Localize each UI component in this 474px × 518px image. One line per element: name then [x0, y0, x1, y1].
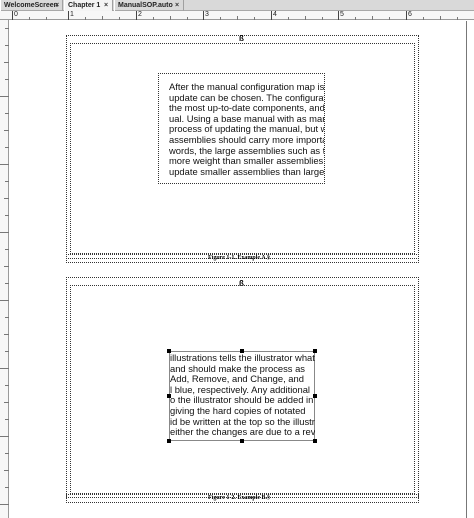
- ruler-number: 6: [408, 11, 412, 18]
- text-frame-content[interactable]: After the manual configuration map is up…: [169, 82, 324, 182]
- ruler-number: 3: [205, 11, 209, 18]
- text-line: update smaller assemblies than largei: [169, 165, 324, 177]
- close-icon[interactable]: ×: [55, 0, 59, 11]
- resize-handle[interactable]: [167, 349, 171, 353]
- horizontal-ruler: 0 1 2 3 4 5 6: [0, 11, 474, 20]
- ruler-number: 2: [138, 11, 142, 18]
- figure-caption: Figure 1-2. Example B.§: [208, 495, 271, 501]
- tab-label: WelcomeScreen: [4, 2, 58, 9]
- tab-label: ManualSOP.auto: [118, 2, 173, 9]
- close-icon[interactable]: ×: [104, 0, 108, 11]
- resize-handle[interactable]: [313, 349, 317, 353]
- text-line: either the changes are due to a rev: [170, 426, 315, 438]
- document-tab-bar: WelcomeScreen × Chapter 1 × ManualSOP.au…: [0, 0, 474, 11]
- resize-handle[interactable]: [313, 394, 317, 398]
- text-line: giving the hard copies of notated: [170, 404, 306, 416]
- resize-handle[interactable]: [167, 394, 171, 398]
- ruler-number: 0: [14, 11, 18, 18]
- vertical-ruler: [0, 20, 9, 518]
- resize-handle[interactable]: [167, 439, 171, 443]
- vertical-ruler-ticks: [0, 28, 9, 505]
- ruler-number: 5: [340, 11, 344, 18]
- text-frame-content[interactable]: illustrations tells the illustrator what…: [170, 353, 315, 441]
- tab-label: Chapter 1: [68, 2, 101, 9]
- resize-handle[interactable]: [240, 349, 244, 353]
- document-canvas[interactable]: ß After the manual configuration map is …: [10, 21, 474, 518]
- tab-welcomescreen[interactable]: WelcomeScreen ×: [0, 0, 63, 11]
- page-edge: [466, 21, 467, 518]
- ruler-number: 4: [273, 11, 277, 18]
- tab-chapter-1[interactable]: Chapter 1 ×: [64, 0, 113, 11]
- text-line: assemblies should carry more importa: [169, 133, 324, 145]
- resize-handle[interactable]: [313, 439, 317, 443]
- resize-handle[interactable]: [240, 439, 244, 443]
- tab-manualsop-auto[interactable]: ManualSOP.auto ×: [114, 0, 184, 11]
- figure-caption: Figure 1-1. Example A.§: [208, 255, 271, 261]
- ruler-number: 1: [70, 11, 74, 18]
- close-icon[interactable]: ×: [175, 0, 179, 11]
- text-line: After the manual configuration map is: [169, 82, 324, 92]
- anchor-icon[interactable]: ß: [239, 35, 244, 43]
- text-line: illustrations tells the illustrator what: [170, 353, 315, 363]
